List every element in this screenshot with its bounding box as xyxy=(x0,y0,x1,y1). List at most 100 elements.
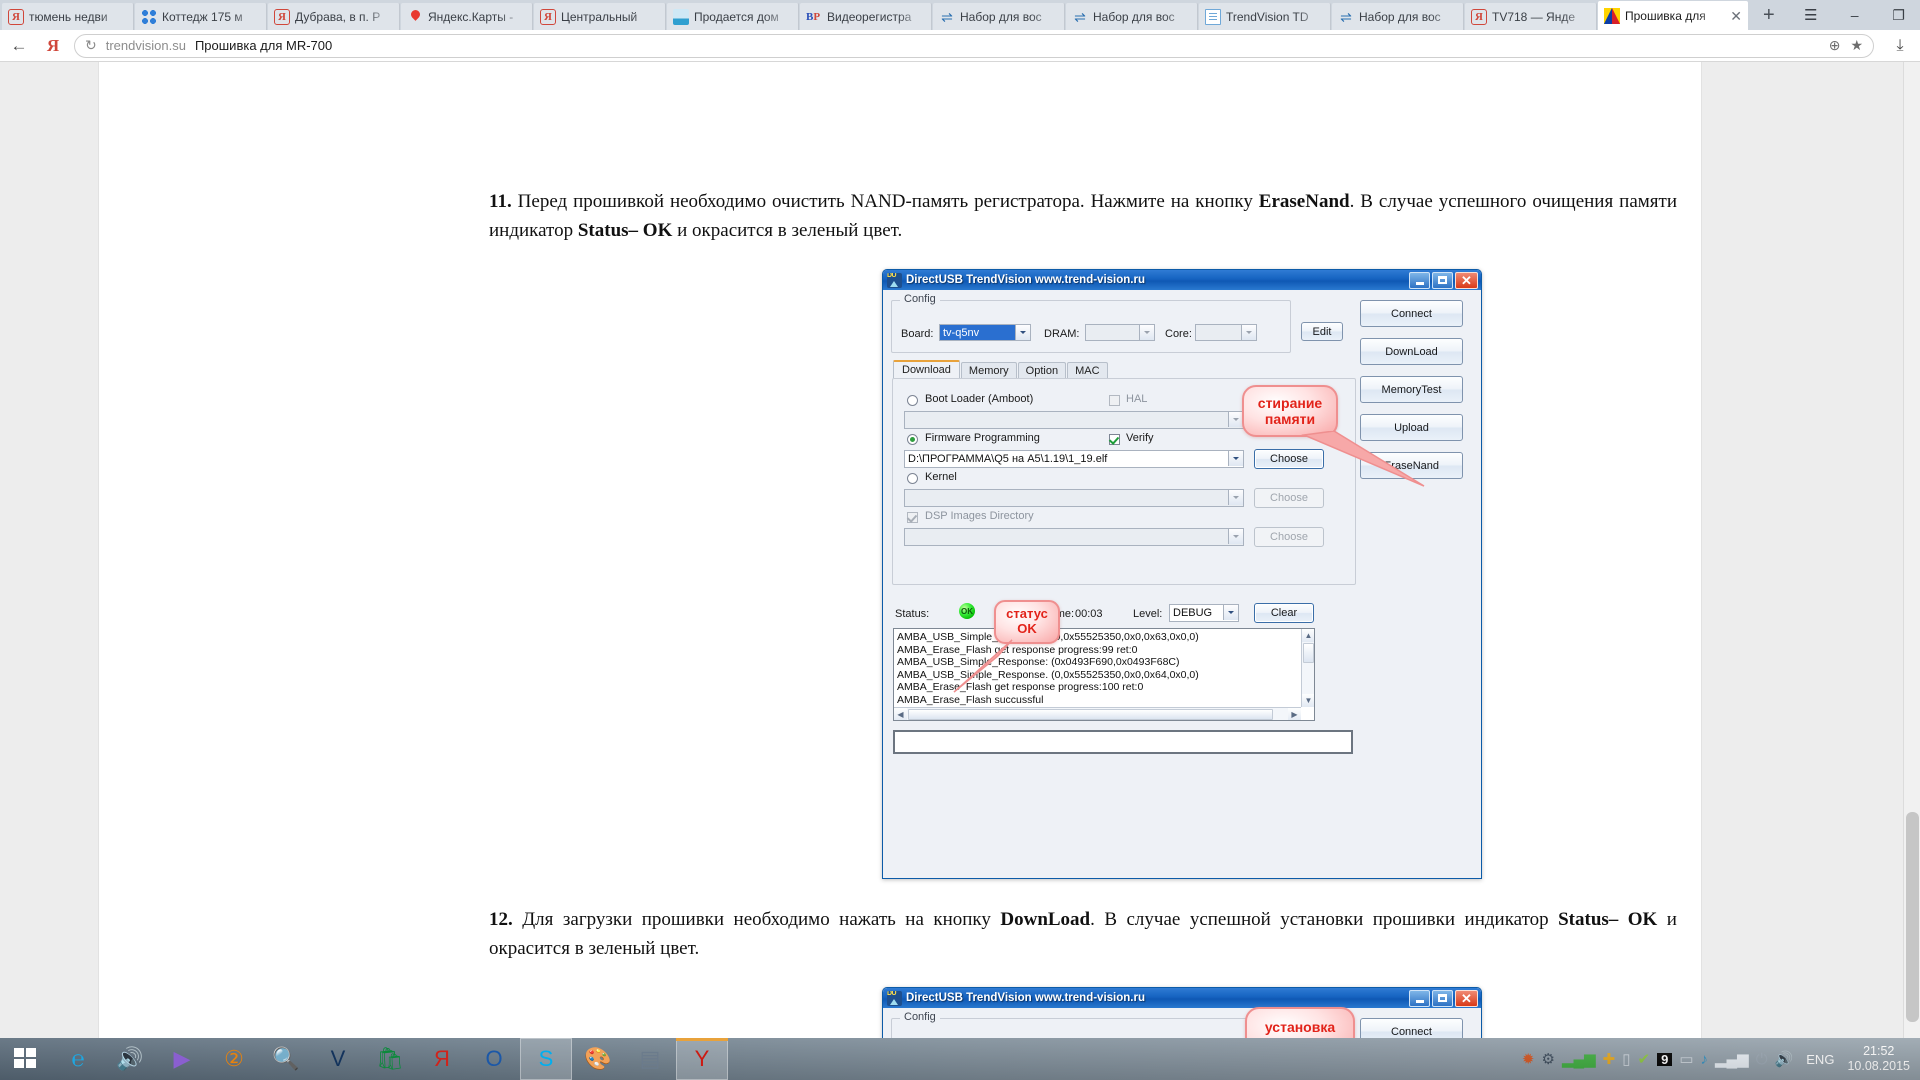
language-indicator[interactable]: ENG xyxy=(1806,1052,1834,1067)
media-player-icon[interactable]: ▶ xyxy=(156,1038,208,1080)
choose-button-2[interactable]: Choose xyxy=(1254,488,1324,508)
tab-close-icon[interactable]: ✕ xyxy=(1730,9,1742,23)
app-close-button[interactable]: ✕ xyxy=(1455,272,1478,289)
bookmark-star-icon[interactable]: ★ xyxy=(1850,37,1863,54)
app-button-download[interactable]: DownLoad xyxy=(1360,338,1463,365)
browser-tab-9[interactable]: TrendVision TD xyxy=(1199,3,1331,30)
browser-tab-12[interactable]: Прошивка для✕ xyxy=(1598,1,1748,30)
network-icon[interactable]: ▂▄▆ xyxy=(1715,1052,1749,1067)
clear-button[interactable]: Clear xyxy=(1254,603,1314,623)
radio-boot-loader-amboot[interactable] xyxy=(907,395,918,406)
app-button-connect[interactable]: Connect xyxy=(1360,1018,1463,1038)
internet-explorer-icon[interactable]: ℮ xyxy=(52,1038,104,1080)
browser-tab-5[interactable]: Продается дом xyxy=(667,3,799,30)
browser-tab-0[interactable]: Ятюмень недви xyxy=(2,3,134,30)
vegas-icon[interactable]: V xyxy=(312,1038,364,1080)
counter-icon[interactable]: 9 xyxy=(1657,1053,1672,1066)
radio-kernel[interactable] xyxy=(907,473,918,484)
scroll-left-icon[interactable]: ◀ xyxy=(894,708,907,721)
browser-menu-button[interactable]: ☰ xyxy=(1789,0,1833,30)
app-maximize-button[interactable] xyxy=(1432,990,1453,1007)
explorer-search-icon[interactable]: 🔍 xyxy=(260,1038,312,1080)
app-tab-download[interactable]: Download xyxy=(893,360,960,378)
signal-icon[interactable]: ▂▄▆ xyxy=(1562,1052,1596,1067)
page-scrollbar[interactable] xyxy=(1903,62,1920,1038)
browser-tab-10[interactable]: ⇌Набор для вос xyxy=(1332,3,1464,30)
yandex-app-icon[interactable]: Y xyxy=(676,1038,728,1080)
log-vertical-scrollbar[interactable]: ▲ ▼ xyxy=(1301,629,1314,707)
app-tab-mac[interactable]: MAC xyxy=(1067,362,1107,378)
music-icon[interactable]: ♪ xyxy=(1701,1052,1709,1067)
level-combo[interactable]: DEBUG xyxy=(1169,604,1239,622)
chevron-down-icon[interactable] xyxy=(1228,412,1243,427)
navigator-2gis-icon[interactable]: ② xyxy=(208,1038,260,1080)
skype-icon[interactable]: S xyxy=(520,1038,572,1080)
new-tab-button[interactable]: + xyxy=(1749,5,1789,25)
chevron-down-icon[interactable] xyxy=(1139,325,1154,340)
window-restore-button[interactable]: ❐ xyxy=(1877,0,1920,30)
address-bar[interactable]: ↻ trendvision.su Прошивка для MR-700 ⊕ ★ xyxy=(74,34,1874,58)
driver-tool-icon[interactable]: ⚙ xyxy=(1542,1052,1555,1067)
browser-tab-3[interactable]: Яндекс.Карты - xyxy=(401,3,533,30)
dram-combo[interactable] xyxy=(1085,324,1155,341)
app-tab-option[interactable]: Option xyxy=(1018,362,1066,378)
chevron-down-icon[interactable] xyxy=(1228,490,1243,505)
command-input[interactable] xyxy=(893,730,1353,754)
app-tab-memory[interactable]: Memory xyxy=(961,362,1017,378)
app-button-connect[interactable]: Connect xyxy=(1360,300,1463,327)
browser-tab-7[interactable]: ⇌Набор для вос xyxy=(933,3,1065,30)
browser-tab-11[interactable]: ЯTV718 — Янде xyxy=(1465,3,1597,30)
search-icon[interactable]: ⊕ xyxy=(1829,37,1841,54)
checkbox-dsp-images-directory[interactable] xyxy=(907,512,918,523)
store-icon[interactable]: 🛍 xyxy=(364,1038,416,1080)
app-maximize-button[interactable] xyxy=(1432,272,1453,289)
app-minimize-button[interactable] xyxy=(1409,990,1430,1007)
battery-usb-icon[interactable]: ▯ xyxy=(1622,1052,1630,1067)
browser-tab-1[interactable]: Коттедж 175 м xyxy=(135,3,267,30)
checkbox-hal[interactable] xyxy=(1109,395,1120,406)
window-minimize-button[interactable]: – xyxy=(1833,0,1877,30)
browser-tab-6[interactable]: BPВидеорегистра xyxy=(800,3,932,30)
path-combo-2[interactable] xyxy=(904,489,1244,507)
choose-button-3[interactable]: Choose xyxy=(1254,527,1324,547)
calculator-icon[interactable]: ▤ xyxy=(624,1038,676,1080)
vscroll-thumb[interactable] xyxy=(1303,643,1314,663)
paint-icon[interactable]: 🎨 xyxy=(572,1038,624,1080)
hscroll-thumb[interactable] xyxy=(908,709,1273,720)
update-icon[interactable]: ✚ xyxy=(1603,1052,1616,1067)
ccleaner-icon[interactable]: ✹ xyxy=(1522,1052,1535,1067)
scroll-right-icon[interactable]: ▶ xyxy=(1288,708,1301,721)
clock[interactable]: 21:52 10.08.2015 xyxy=(1847,1044,1910,1074)
path-combo-1[interactable]: D:\ПРОГРАММА\Q5 на A5\1.19\1_19.elf xyxy=(904,450,1244,468)
edit-button[interactable]: Edit xyxy=(1301,322,1343,341)
display-icon[interactable]: ▭ xyxy=(1679,1052,1693,1067)
core-combo[interactable] xyxy=(1195,324,1257,341)
reload-icon[interactable]: ↻ xyxy=(85,37,97,54)
radio-firmware-programming[interactable] xyxy=(907,434,918,445)
app-button-memorytest[interactable]: MemoryTest xyxy=(1360,376,1463,403)
back-button[interactable]: ← xyxy=(0,36,38,56)
app-close-button[interactable]: ✕ xyxy=(1455,990,1478,1007)
usb-safe-icon[interactable]: ⏻ xyxy=(1756,1052,1768,1067)
outlook-icon[interactable]: O xyxy=(468,1038,520,1080)
scroll-down-icon[interactable]: ▼ xyxy=(1302,694,1315,707)
speaker-icon[interactable]: 🔊 xyxy=(1775,1052,1794,1067)
chevron-down-icon[interactable] xyxy=(1228,451,1243,466)
log-horizontal-scrollbar[interactable]: ◀ ▶ xyxy=(894,707,1301,720)
checkbox-verify[interactable] xyxy=(1109,434,1120,445)
shield-ok-icon[interactable]: ✔ xyxy=(1638,1052,1651,1067)
chevron-down-icon[interactable] xyxy=(1015,325,1030,340)
page-scroll-thumb[interactable] xyxy=(1906,812,1919,1022)
path-combo-3[interactable] xyxy=(904,528,1244,546)
app-minimize-button[interactable] xyxy=(1409,272,1430,289)
chevron-down-icon[interactable] xyxy=(1241,325,1256,340)
chevron-down-icon[interactable] xyxy=(1228,529,1243,544)
board-combo[interactable]: tv-q5nv xyxy=(939,324,1031,341)
yandex-browser-icon[interactable]: Я xyxy=(416,1038,468,1080)
browser-tab-8[interactable]: ⇌Набор для вос xyxy=(1066,3,1198,30)
volume-app-icon[interactable]: 🔊 xyxy=(104,1038,156,1080)
browser-tab-2[interactable]: ЯДубрава, в п. Р xyxy=(268,3,400,30)
downloads-icon[interactable]: ⤓ xyxy=(1880,37,1920,55)
yandex-logo-icon[interactable]: Я xyxy=(38,36,68,56)
start-button[interactable] xyxy=(0,1038,52,1080)
